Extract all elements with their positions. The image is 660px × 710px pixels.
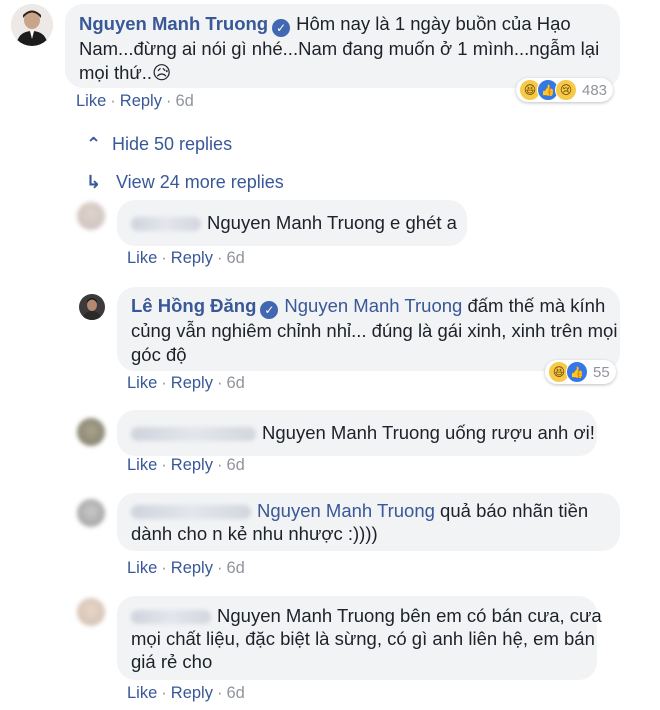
like-link[interactable]: Like [127, 684, 157, 702]
reaction-count: 483 [582, 81, 608, 99]
avatar[interactable] [77, 202, 105, 230]
like-link[interactable]: Like [127, 374, 157, 392]
reply-text-line2: dành cho n kẻ nhu nhược :)))) [131, 523, 378, 544]
avatar[interactable] [79, 294, 105, 320]
reaction-summary[interactable]: 😆 👍 😢 483 [516, 78, 614, 102]
redacted-name [131, 505, 251, 520]
reply-link[interactable]: Reply [171, 374, 213, 392]
reply-bubble: Nguyen Manh Truong bên em có bán cưa, cư… [117, 596, 602, 680]
sad-icon: 😢 [555, 79, 577, 101]
reply-bubble: Nguyen Manh Truong e ghét a [117, 200, 467, 246]
view-more-replies-link[interactable]: ↳ View 24 more replies [86, 172, 284, 193]
reply-text-line1: đấm thế mà kính [462, 295, 606, 316]
reply-bubble: Nguyen Manh Truong uống rượu anh ơi! [117, 410, 597, 456]
reply-actions: Like · Reply · 6d [127, 374, 245, 392]
timestamp[interactable]: 6d [226, 374, 244, 392]
like-link[interactable]: Like [76, 92, 106, 110]
like-link[interactable]: Like [127, 249, 157, 267]
reply-text-line3: góc độ [131, 344, 187, 365]
reply-link[interactable]: Reply [171, 684, 213, 702]
avatar[interactable] [11, 4, 53, 46]
timestamp[interactable]: 6d [226, 559, 244, 577]
comment-text-line3: mọi thứ.. [79, 62, 153, 83]
view-more-replies-label: View 24 more replies [116, 172, 284, 192]
reply-actions: Like · Reply · 6d [127, 684, 245, 702]
mention-tag[interactable]: Nguyen Manh Truong [257, 500, 435, 521]
timestamp[interactable]: 6d [226, 456, 244, 474]
reaction-count: 55 [593, 363, 610, 381]
reply-link[interactable]: Reply [171, 249, 213, 267]
verified-icon: ✓ [272, 19, 291, 37]
avatar[interactable] [77, 418, 105, 446]
chevron-up-icon: ⌃ [86, 134, 102, 154]
redacted-name [131, 217, 201, 232]
redacted-name [131, 610, 211, 625]
timestamp[interactable]: 6d [226, 249, 244, 267]
timestamp[interactable]: 6d [175, 92, 193, 110]
reply-bubble: Nguyen Manh Truong quả báo nhãn tiền dàn… [117, 493, 620, 551]
reply-link[interactable]: Reply [120, 92, 162, 110]
avatar[interactable] [77, 598, 105, 626]
like-link[interactable]: Like [127, 559, 157, 577]
comment-actions: Like · Reply · 6d [76, 92, 194, 110]
verified-icon: ✓ [260, 301, 279, 319]
mention-tag[interactable]: Nguyen Manh Truong [284, 295, 462, 316]
mention-tag[interactable]: Nguyen Manh Truong [217, 605, 395, 626]
timestamp[interactable]: 6d [226, 684, 244, 702]
like-link[interactable]: Like [127, 456, 157, 474]
comment-author[interactable]: Nguyen Manh Truong [79, 13, 268, 34]
comment-text-line2: Nam...đừng ai nói gì nhé...Nam đang muốn… [79, 38, 600, 59]
hide-replies-label: Hide 50 replies [112, 134, 233, 154]
reply-link[interactable]: Reply [171, 559, 213, 577]
avatar[interactable] [77, 499, 105, 527]
like-icon: 👍 [566, 361, 588, 383]
reply-actions: Like · Reply · 6d [127, 559, 245, 577]
reply-arrow-icon: ↳ [86, 172, 102, 192]
reply-text: e ghét a [384, 212, 457, 233]
reply-text-line1: bên em có bán cưa, cưa [394, 605, 602, 626]
reply-text-line2: mọi chất liệu, đặc biệt là sừng, có gì a… [131, 628, 595, 649]
reply-text-line3: giá rẻ cho [131, 651, 213, 672]
reply-text: uống rượu anh ơi! [439, 422, 595, 443]
hide-replies-link[interactable]: ⌃ Hide 50 replies [86, 134, 232, 155]
mention-tag[interactable]: Nguyen Manh Truong [262, 422, 440, 443]
comment-text-line1: Hôm nay là 1 ngày buồn của Hạo [296, 13, 571, 34]
main-comment-bubble: Nguyen Manh Truong ✓ Hôm nay là 1 ngày buồ… [65, 4, 620, 88]
reply-actions: Like · Reply · 6d [127, 249, 245, 267]
reply-bubble: Lê Hồng Đăng ✓ Nguyen Manh Truong đấm thế … [117, 287, 620, 371]
reply-actions: Like · Reply · 6d [127, 456, 245, 474]
reply-author[interactable]: Lê Hồng Đăng [131, 295, 256, 316]
reply-text-line2: củng vẫn nghiêm chỉnh nhỉ... đúng là gái… [131, 320, 618, 341]
mention-tag[interactable]: Nguyen Manh Truong [207, 212, 385, 233]
reply-link[interactable]: Reply [171, 456, 213, 474]
redacted-name [131, 427, 256, 442]
crying-emoji-icon: 😥 [152, 62, 172, 83]
reply-text-line1: quả báo nhãn tiền [434, 500, 589, 521]
reaction-summary[interactable]: 😆 👍 55 [545, 360, 616, 384]
